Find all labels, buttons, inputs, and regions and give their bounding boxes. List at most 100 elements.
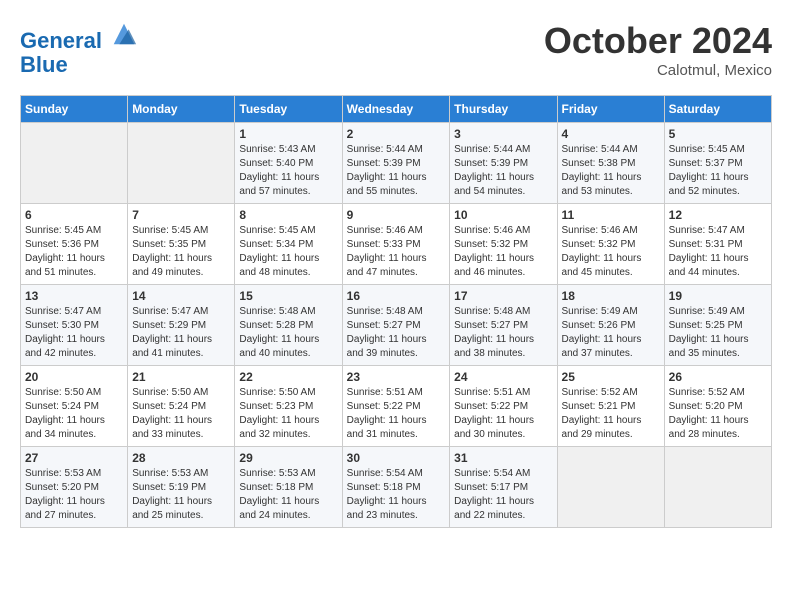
calendar-cell: 31 Sunrise: 5:54 AM Sunset: 5:17 PM Dayli… <box>450 447 557 528</box>
calendar-cell: 3 Sunrise: 5:44 AM Sunset: 5:39 PM Daylig… <box>450 123 557 204</box>
day-info: Sunrise: 5:46 AM Sunset: 5:33 PM Dayligh… <box>347 224 446 280</box>
day-info: Sunrise: 5:52 AM Sunset: 5:20 PM Dayligh… <box>669 386 767 442</box>
day-number: 31 <box>454 451 552 465</box>
day-number: 10 <box>454 208 552 222</box>
day-info: Sunrise: 5:45 AM Sunset: 5:34 PM Dayligh… <box>239 224 337 280</box>
day-number: 11 <box>562 208 660 222</box>
day-number: 9 <box>347 208 446 222</box>
calendar-cell: 19 Sunrise: 5:49 AM Sunset: 5:25 PM Dayli… <box>664 285 771 366</box>
location-subtitle: Calotmul, Mexico <box>544 62 772 79</box>
day-number: 20 <box>25 370 123 384</box>
weekday-header: Sunday <box>21 96 128 123</box>
title-block: October 2024 Calotmul, Mexico <box>544 20 772 79</box>
day-number: 1 <box>239 127 337 141</box>
calendar-cell: 20 Sunrise: 5:50 AM Sunset: 5:24 PM Dayli… <box>21 366 128 447</box>
calendar-week-row: 1Sunrise: 5:43 AM Sunset: 5:40 PM Daylig… <box>21 123 772 204</box>
calendar-cell: 15Sunrise: 5:48 AM Sunset: 5:28 PM Dayli… <box>235 285 342 366</box>
day-number: 29 <box>239 451 337 465</box>
weekday-header: Wednesday <box>342 96 450 123</box>
day-info: Sunrise: 5:47 AM Sunset: 5:31 PM Dayligh… <box>669 224 767 280</box>
day-info: Sunrise: 5:50 AM Sunset: 5:23 PM Dayligh… <box>239 386 337 442</box>
calendar-cell: 5 Sunrise: 5:45 AM Sunset: 5:37 PM Daylig… <box>664 123 771 204</box>
day-number: 7 <box>132 208 230 222</box>
weekday-header: Tuesday <box>235 96 342 123</box>
day-number: 5 <box>669 127 767 141</box>
calendar-cell: 1Sunrise: 5:43 AM Sunset: 5:40 PM Daylig… <box>235 123 342 204</box>
day-number: 17 <box>454 289 552 303</box>
day-info: Sunrise: 5:49 AM Sunset: 5:26 PM Dayligh… <box>562 305 660 361</box>
calendar-cell: 11 Sunrise: 5:46 AM Sunset: 5:32 PM Dayli… <box>557 204 664 285</box>
calendar-cell: 7Sunrise: 5:45 AM Sunset: 5:35 PM Daylig… <box>128 204 235 285</box>
day-info: Sunrise: 5:48 AM Sunset: 5:28 PM Dayligh… <box>239 305 337 361</box>
calendar-cell: 8 Sunrise: 5:45 AM Sunset: 5:34 PM Daylig… <box>235 204 342 285</box>
logo-text-blue: Blue <box>20 53 138 77</box>
calendar-week-row: 6Sunrise: 5:45 AM Sunset: 5:36 PM Daylig… <box>21 204 772 285</box>
day-info: Sunrise: 5:47 AM Sunset: 5:30 PM Dayligh… <box>25 305 123 361</box>
calendar-cell: 30Sunrise: 5:54 AM Sunset: 5:18 PM Dayli… <box>342 447 450 528</box>
calendar-cell: 26 Sunrise: 5:52 AM Sunset: 5:20 PM Dayli… <box>664 366 771 447</box>
calendar-cell: 6Sunrise: 5:45 AM Sunset: 5:36 PM Daylig… <box>21 204 128 285</box>
calendar-cell: 17Sunrise: 5:48 AM Sunset: 5:27 PM Dayli… <box>450 285 557 366</box>
day-number: 26 <box>669 370 767 384</box>
calendar-week-row: 27Sunrise: 5:53 AM Sunset: 5:20 PM Dayli… <box>21 447 772 528</box>
day-info: Sunrise: 5:53 AM Sunset: 5:18 PM Dayligh… <box>239 467 337 523</box>
day-info: Sunrise: 5:51 AM Sunset: 5:22 PM Dayligh… <box>347 386 446 442</box>
calendar-cell: 16Sunrise: 5:48 AM Sunset: 5:27 PM Dayli… <box>342 285 450 366</box>
calendar-cell <box>557 447 664 528</box>
day-number: 13 <box>25 289 123 303</box>
day-info: Sunrise: 5:52 AM Sunset: 5:21 PM Dayligh… <box>562 386 660 442</box>
logo-icon <box>110 20 138 48</box>
calendar-cell: 4 Sunrise: 5:44 AM Sunset: 5:38 PM Daylig… <box>557 123 664 204</box>
calendar-cell <box>128 123 235 204</box>
day-info: Sunrise: 5:44 AM Sunset: 5:39 PM Dayligh… <box>454 143 552 199</box>
day-info: Sunrise: 5:54 AM Sunset: 5:17 PM Dayligh… <box>454 467 552 523</box>
weekday-header: Monday <box>128 96 235 123</box>
calendar-cell <box>21 123 128 204</box>
day-info: Sunrise: 5:46 AM Sunset: 5:32 PM Dayligh… <box>454 224 552 280</box>
day-number: 14 <box>132 289 230 303</box>
month-title: October 2024 <box>544 20 772 62</box>
day-number: 28 <box>132 451 230 465</box>
day-info: Sunrise: 5:51 AM Sunset: 5:22 PM Dayligh… <box>454 386 552 442</box>
calendar-week-row: 20 Sunrise: 5:50 AM Sunset: 5:24 PM Dayli… <box>21 366 772 447</box>
calendar-cell: 28Sunrise: 5:53 AM Sunset: 5:19 PM Dayli… <box>128 447 235 528</box>
day-number: 4 <box>562 127 660 141</box>
weekday-header: Friday <box>557 96 664 123</box>
weekday-header-row: SundayMondayTuesdayWednesdayThursdayFrid… <box>21 96 772 123</box>
day-number: 27 <box>25 451 123 465</box>
day-number: 12 <box>669 208 767 222</box>
day-number: 19 <box>669 289 767 303</box>
calendar-cell: 13 Sunrise: 5:47 AM Sunset: 5:30 PM Dayli… <box>21 285 128 366</box>
day-number: 22 <box>239 370 337 384</box>
day-info: Sunrise: 5:49 AM Sunset: 5:25 PM Dayligh… <box>669 305 767 361</box>
calendar-cell: 12 Sunrise: 5:47 AM Sunset: 5:31 PM Dayli… <box>664 204 771 285</box>
calendar-cell: 27Sunrise: 5:53 AM Sunset: 5:20 PM Dayli… <box>21 447 128 528</box>
calendar-cell: 18 Sunrise: 5:49 AM Sunset: 5:26 PM Dayli… <box>557 285 664 366</box>
day-number: 30 <box>347 451 446 465</box>
calendar-cell: 2Sunrise: 5:44 AM Sunset: 5:39 PM Daylig… <box>342 123 450 204</box>
day-info: Sunrise: 5:44 AM Sunset: 5:38 PM Dayligh… <box>562 143 660 199</box>
day-info: Sunrise: 5:46 AM Sunset: 5:32 PM Dayligh… <box>562 224 660 280</box>
logo-text: General <box>20 20 138 53</box>
calendar-cell: 9 Sunrise: 5:46 AM Sunset: 5:33 PM Daylig… <box>342 204 450 285</box>
day-info: Sunrise: 5:45 AM Sunset: 5:37 PM Dayligh… <box>669 143 767 199</box>
day-number: 25 <box>562 370 660 384</box>
day-number: 18 <box>562 289 660 303</box>
calendar-cell: 21Sunrise: 5:50 AM Sunset: 5:24 PM Dayli… <box>128 366 235 447</box>
calendar-cell: 29 Sunrise: 5:53 AM Sunset: 5:18 PM Dayli… <box>235 447 342 528</box>
day-info: Sunrise: 5:50 AM Sunset: 5:24 PM Dayligh… <box>132 386 230 442</box>
day-info: Sunrise: 5:47 AM Sunset: 5:29 PM Dayligh… <box>132 305 230 361</box>
calendar-cell: 24 Sunrise: 5:51 AM Sunset: 5:22 PM Dayli… <box>450 366 557 447</box>
calendar-table: SundayMondayTuesdayWednesdayThursdayFrid… <box>20 95 772 528</box>
day-number: 8 <box>239 208 337 222</box>
calendar-cell <box>664 447 771 528</box>
calendar-cell: 14 Sunrise: 5:47 AM Sunset: 5:29 PM Dayli… <box>128 285 235 366</box>
day-number: 24 <box>454 370 552 384</box>
day-number: 3 <box>454 127 552 141</box>
day-info: Sunrise: 5:44 AM Sunset: 5:39 PM Dayligh… <box>347 143 446 199</box>
calendar-week-row: 13 Sunrise: 5:47 AM Sunset: 5:30 PM Dayli… <box>21 285 772 366</box>
logo: General Blue <box>20 20 138 77</box>
day-number: 16 <box>347 289 446 303</box>
day-info: Sunrise: 5:50 AM Sunset: 5:24 PM Dayligh… <box>25 386 123 442</box>
weekday-header: Thursday <box>450 96 557 123</box>
